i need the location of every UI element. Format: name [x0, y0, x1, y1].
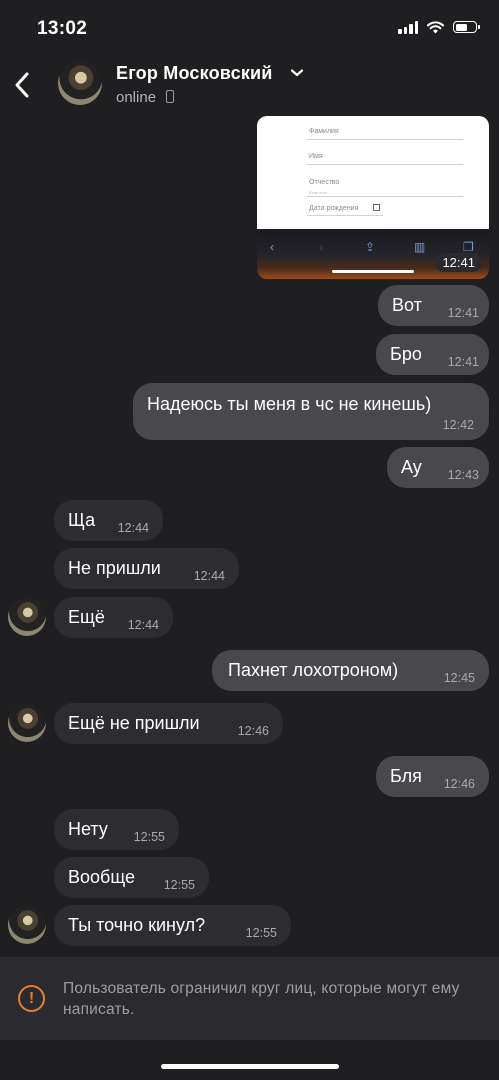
form-field-line — [307, 139, 463, 140]
form-field-label: Отчество — [309, 179, 340, 186]
message-time: 12:55 — [163, 877, 195, 892]
message-bubble-outgoing[interactable]: Вот 12:41 — [378, 285, 489, 326]
message-time: 12:45 — [443, 670, 475, 685]
chat-header: Егор Московский online — [0, 56, 499, 116]
message-time: 12:41 — [435, 253, 482, 272]
wifi-icon — [427, 20, 444, 33]
message-text: Надеюсь ты меня в чс не кинешь) — [147, 394, 432, 414]
message-bubble-outgoing[interactable]: Бро 12:41 — [376, 334, 489, 375]
restriction-text: Пользователь ограничил круг лиц, которые… — [63, 980, 460, 1018]
image-attachment[interactable]: Фамилия Имя Отчество Если есть Дата рожд… — [257, 116, 489, 279]
message-time: 12:44 — [117, 520, 149, 535]
message-text: Бля — [390, 766, 422, 786]
message-text: Вот — [392, 295, 422, 315]
calendar-icon — [373, 204, 380, 211]
battery-icon — [453, 21, 480, 33]
message-time: 12:46 — [443, 776, 475, 791]
bottom-safe-area — [0, 1040, 499, 1080]
mobile-device-icon — [166, 90, 174, 103]
message-bubble-incoming[interactable]: Ещё не пришли 12:46 — [54, 703, 283, 744]
message-bubble-incoming[interactable]: Нету 12:55 — [54, 809, 179, 850]
message-text: Ещё — [68, 607, 105, 627]
message-time: 12:55 — [245, 925, 277, 940]
message-text: Вообще — [68, 867, 135, 887]
contact-name[interactable]: Егор Московский — [116, 63, 273, 84]
forward-icon: › — [319, 240, 323, 254]
restriction-banner: ! Пользователь ограничил круг лиц, котор… — [0, 957, 499, 1040]
form-field-label: Фамилия — [309, 128, 339, 135]
home-indicator[interactable] — [161, 1064, 339, 1069]
contact-avatar[interactable] — [8, 598, 46, 636]
message-time: 12:41 — [447, 354, 479, 369]
contact-avatar[interactable] — [8, 906, 46, 944]
message-bubble-outgoing[interactable]: Надеюсь ты меня в чс не кинешь) 12:42 — [133, 383, 489, 440]
message-text: Бро — [390, 344, 422, 364]
contact-status: online — [116, 89, 157, 106]
back-arrow-icon[interactable] — [10, 68, 36, 102]
message-bubble-incoming[interactable]: Вообще 12:55 — [54, 857, 209, 898]
message-text: Не пришли — [68, 558, 161, 578]
chevron-down-icon[interactable] — [290, 68, 304, 78]
form-field-line — [307, 215, 383, 216]
tabs-icon: ❐ — [463, 240, 474, 254]
system-icons — [398, 20, 480, 34]
status-bar: 13:02 — [0, 0, 499, 56]
message-bubble-incoming[interactable]: Ещё 12:44 — [54, 597, 173, 638]
message-bubble-incoming[interactable]: Не пришли 12:44 — [54, 548, 239, 589]
form-field-line — [307, 164, 463, 165]
message-bubble-incoming[interactable]: Ща 12:44 — [54, 500, 163, 541]
message-text: Нету — [68, 819, 108, 839]
form-field-line — [307, 196, 463, 197]
message-text: Ещё не пришли — [68, 713, 200, 733]
message-bubble-incoming[interactable]: Ты точно кинул? 12:55 — [54, 905, 291, 946]
message-text: Ау — [401, 457, 422, 477]
message-time: 12:46 — [237, 723, 269, 738]
share-icon: ⇪ — [365, 240, 376, 254]
message-time: 12:55 — [133, 829, 165, 844]
message-time: 12:43 — [447, 467, 479, 482]
back-icon: ‹ — [270, 240, 274, 254]
form-field-label: Дата рождения — [309, 205, 359, 212]
message-bubble-outgoing[interactable]: Бля 12:46 — [376, 756, 489, 797]
contact-avatar[interactable] — [8, 704, 46, 742]
status-time: 13:02 — [37, 18, 88, 39]
message-time: 12:41 — [447, 305, 479, 320]
message-text: Пахнет лохотроном) — [228, 660, 399, 680]
contact-avatar[interactable] — [58, 61, 102, 105]
form-field-hint: Если есть — [309, 190, 328, 195]
home-indicator — [332, 270, 414, 273]
message-bubble-outgoing[interactable]: Ау 12:43 — [387, 447, 489, 488]
message-time: 12:44 — [127, 617, 159, 632]
message-time: 12:42 — [442, 418, 474, 432]
form-field-label: Имя — [309, 153, 323, 160]
message-bubble-outgoing[interactable]: Пахнет лохотроном) 12:45 — [212, 650, 489, 691]
bookmarks-icon: ▥ — [414, 240, 426, 254]
message-time: 12:44 — [193, 568, 225, 583]
warning-icon: ! — [18, 985, 45, 1012]
cellular-signal-icon — [398, 20, 418, 34]
message-text: Ща — [68, 510, 96, 530]
message-text: Ты точно кинул? — [68, 915, 206, 935]
